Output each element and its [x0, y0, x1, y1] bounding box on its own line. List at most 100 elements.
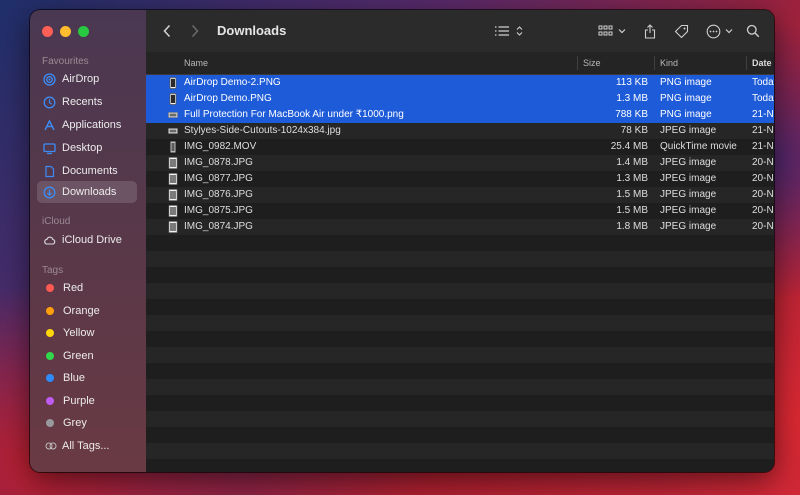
file-size: 1.3 MB	[616, 173, 648, 184]
photo-icon	[168, 205, 178, 217]
tag-red[interactable]: Red	[37, 277, 137, 299]
file-kind: PNG image	[660, 93, 712, 104]
file-kind: JPEG image	[660, 173, 717, 184]
row-stripe	[146, 411, 774, 427]
tag-blue[interactable]: Blue	[37, 367, 137, 389]
table-row[interactable]: IMG_0982.MOV 25.4 MB QuickTime movie 21-N	[146, 139, 774, 155]
row-stripe	[146, 459, 774, 472]
movie-icon	[168, 141, 178, 153]
phone-screenshot-icon	[168, 93, 178, 105]
sidebar-item-applications[interactable]: Applications	[37, 114, 137, 136]
tag-green[interactable]: Green	[37, 345, 137, 367]
sidebar-item-airdrop[interactable]: AirDrop	[37, 68, 137, 90]
sidebar-item-label: Recents	[62, 96, 103, 108]
file-size: 788 KB	[615, 109, 648, 120]
photo-icon	[168, 221, 178, 233]
table-row[interactable]: IMG_0877.JPG 1.3 MB JPEG image 20-N	[146, 171, 774, 187]
column-header-size[interactable]: Size	[583, 58, 601, 68]
table-row[interactable]: AirDrop Demo.PNG 1.3 MB PNG image Today	[146, 91, 774, 107]
table-row[interactable]: AirDrop Demo-2.PNG 113 KB PNG image Today	[146, 75, 774, 91]
tag-yellow[interactable]: Yellow	[37, 322, 137, 344]
sidebar-item-label: AirDrop	[62, 73, 100, 85]
row-stripe	[146, 427, 774, 443]
file-name: Full Protection For MacBook Air under ₹1…	[184, 109, 404, 120]
list-view-button[interactable]	[494, 22, 523, 40]
tag-dot-icon	[46, 329, 54, 337]
row-stripe	[146, 363, 774, 379]
group-by-button[interactable]	[598, 22, 626, 40]
applications-icon	[43, 118, 56, 132]
sidebar-item-recents[interactable]: Recents	[37, 91, 137, 113]
sidebar-item-documents[interactable]: Documents	[37, 160, 137, 182]
file-date: 20-N	[752, 157, 774, 168]
row-stripe	[146, 395, 774, 411]
file-date: Today	[752, 93, 774, 104]
cloud-icon	[43, 234, 56, 247]
file-name: IMG_0876.JPG	[184, 189, 253, 200]
file-date: 21-N	[752, 125, 774, 136]
file-date: 20-N	[752, 189, 774, 200]
row-stripe	[146, 331, 774, 347]
sidebar-item-label: Downloads	[62, 186, 117, 198]
minimize-button[interactable]	[60, 26, 71, 37]
file-date: 20-N	[752, 173, 774, 184]
row-stripe	[146, 347, 774, 363]
back-button[interactable]	[162, 22, 172, 40]
search-icon	[746, 24, 760, 38]
table-row[interactable]: Stylyes-Side-Cutouts-1024x384.jpg 78 KB JP…	[146, 123, 774, 139]
file-date: 21-N	[752, 141, 774, 152]
forward-button[interactable]	[190, 22, 200, 40]
window-title: Downloads	[217, 23, 287, 38]
sidebar-item-desktop[interactable]: Desktop	[37, 137, 137, 159]
tag-dot-icon	[46, 352, 54, 360]
sidebar-item-downloads[interactable]: Downloads	[37, 181, 137, 203]
tag-all-tags[interactable]: All Tags...	[37, 435, 137, 457]
column-header-kind[interactable]: Kind	[660, 58, 678, 68]
file-size: 1.5 MB	[616, 205, 648, 216]
table-row[interactable]: IMG_0876.JPG 1.5 MB JPEG image 20-N	[146, 187, 774, 203]
file-name: AirDrop Demo-2.PNG	[184, 77, 281, 88]
sidebar-item-icloud-drive[interactable]: iCloud Drive	[37, 229, 137, 251]
tag-purple[interactable]: Purple	[37, 390, 137, 412]
icloud-heading: iCloud	[42, 216, 71, 227]
share-button[interactable]	[644, 22, 656, 40]
table-row[interactable]: IMG_0874.JPG 1.8 MB JPEG image 20-N	[146, 219, 774, 235]
tag-label: Blue	[63, 372, 86, 384]
sidebar-item-label: Documents	[62, 165, 118, 177]
file-date: Today	[752, 77, 774, 88]
all-tags-icon	[44, 440, 57, 453]
file-date: 20-N	[752, 205, 774, 216]
tag-orange[interactable]: Orange	[37, 300, 137, 322]
chevron-down-icon	[618, 29, 626, 34]
wide-image-icon	[168, 109, 178, 121]
table-row[interactable]: Full Protection For MacBook Air under ₹1…	[146, 107, 774, 123]
file-list: AirDrop Demo-2.PNG113 KBPNG imageTodayAi…	[146, 75, 774, 472]
file-name: Stylyes-Side-Cutouts-1024x384.jpg	[184, 125, 341, 136]
file-name: IMG_0982.MOV	[184, 141, 257, 152]
file-size: 1.4 MB	[616, 157, 648, 168]
sidebar: Favourites AirDrop Recents Applications …	[30, 10, 147, 472]
search-button[interactable]	[746, 22, 760, 40]
zoom-button[interactable]	[78, 26, 89, 37]
file-kind: JPEG image	[660, 189, 717, 200]
tag-dot-icon	[46, 284, 54, 292]
more-actions-button[interactable]	[706, 22, 733, 40]
photo-icon	[168, 189, 178, 201]
tags-button[interactable]	[674, 22, 689, 40]
column-header-date[interactable]: Date	[752, 58, 772, 68]
tag-grey[interactable]: Grey	[37, 412, 137, 434]
tags-heading: Tags	[42, 265, 64, 276]
clock-icon	[43, 96, 56, 109]
tag-label: Grey	[63, 417, 87, 429]
table-row[interactable]: IMG_0878.JPG 1.4 MB JPEG image 20-N	[146, 155, 774, 171]
file-kind: JPEG image	[660, 157, 717, 168]
close-button[interactable]	[42, 26, 53, 37]
favourites-heading: Favourites	[42, 56, 89, 67]
table-row[interactable]: IMG_0875.JPG 1.5 MB JPEG image 20-N	[146, 203, 774, 219]
column-divider[interactable]	[577, 56, 578, 70]
column-divider[interactable]	[746, 56, 747, 70]
photo-icon	[168, 157, 178, 169]
file-kind: PNG image	[660, 109, 712, 120]
column-divider[interactable]	[654, 56, 655, 70]
column-header-name[interactable]: Name	[184, 58, 208, 68]
